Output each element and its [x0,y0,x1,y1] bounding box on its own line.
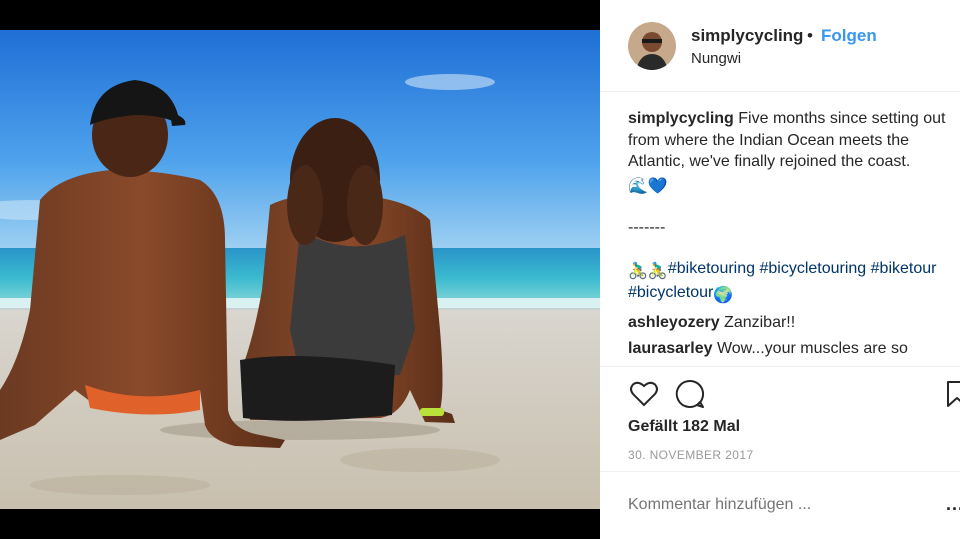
post-header: simplycycling • Folgen Nungwi [600,0,960,92]
cyclist-emojis: 🚴‍♂️🚴‍♂️ [628,262,668,280]
post-photo[interactable] [0,30,600,509]
post-sidebar: simplycycling • Folgen Nungwi simplycycl… [600,0,960,539]
like-count[interactable]: Gefällt 182 Mal [628,418,740,436]
comment-item: laurasarley Wow...your muscles are so [628,338,953,360]
hashtag-biketour[interactable]: #biketour [871,260,937,277]
avatar[interactable] [628,22,676,70]
comment-button[interactable] [674,378,706,410]
header-separator: • [807,26,813,45]
hashtag-line: 🚴‍♂️🚴‍♂️ #biketouring #bicycletouring #b… [628,258,953,307]
photo-pane [0,0,600,539]
caption-username[interactable]: simplycycling [628,110,734,127]
post-location[interactable]: Nungwi [691,50,741,67]
bookmark-icon [947,381,960,407]
caption-divider-text: ------- [628,219,666,236]
comment-username[interactable]: laurasarley [628,340,713,357]
like-button[interactable] [628,378,660,410]
follow-button[interactable]: Folgen [821,26,877,46]
more-options-button[interactable]: ... [946,494,960,515]
action-bar [600,372,960,416]
hashtag-bicycletouring[interactable]: #bicycletouring [759,260,866,277]
comments-list[interactable]: simplycycling Five months since setting … [628,108,953,364]
comment-username[interactable]: ashleyozery [628,314,720,331]
hashtag-biketouring[interactable]: #biketouring [668,260,755,277]
comment-item: ashleyozery Zanzibar!! [628,312,953,334]
heart-outline-icon [630,381,658,407]
divider [600,471,960,472]
speech-bubble-icon [675,379,705,408]
save-button[interactable] [944,378,960,410]
avatar-image [628,22,676,70]
post-author-username[interactable]: simplycycling [691,26,803,46]
caption-emojis: 🌊💙 [628,177,668,195]
comment-text: Wow...your muscles are so [712,340,908,357]
beach-photo-illustration [0,30,600,509]
divider [600,366,960,367]
hashtag-bicycletour[interactable]: #bicycletour [628,284,713,301]
comment-input[interactable] [628,493,928,517]
comment-text: Zanzibar!! [719,313,796,331]
post-date: 30. NOVEMBER 2017 [628,448,754,462]
globe-emoji: 🌍 [713,287,734,304]
post-caption: simplycycling Five months since setting … [628,108,953,197]
